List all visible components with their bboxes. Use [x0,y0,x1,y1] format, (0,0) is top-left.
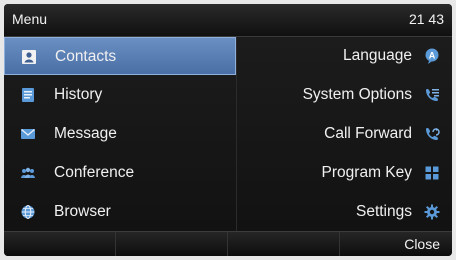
program-key-icon [424,165,440,181]
language-icon: A [424,48,440,64]
menu-item-history[interactable]: History [4,76,236,114]
main-menu: Contacts History Message Conference Brow… [4,37,452,232]
screen-title: Menu [12,11,48,27]
call-forward-icon [424,126,440,142]
column-divider [236,37,237,232]
menu-item-call-forward[interactable]: Call Forward [236,115,452,153]
menu-item-label: Conference [54,164,135,181]
close-button[interactable]: Close [340,232,452,256]
menu-item-conference[interactable]: Conference [4,154,236,192]
softkey-1[interactable] [4,232,116,256]
softkey-3[interactable] [228,232,340,256]
menu-item-label: Browser [54,203,111,220]
system-options-icon [424,87,440,103]
softkey-2[interactable] [116,232,228,256]
menu-item-label: System Options [302,86,412,103]
clock: 21 43 [408,11,444,27]
browser-icon [20,204,36,220]
menu-item-settings[interactable]: Settings [236,193,452,231]
menu-item-message[interactable]: Message [4,115,236,153]
menu-item-contacts[interactable]: Contacts [4,37,236,75]
menu-item-language[interactable]: Language A [236,37,452,75]
menu-item-label: Call Forward [324,125,412,142]
softkey-bar: Close [4,231,452,256]
menu-item-label: History [54,86,103,103]
history-icon [20,87,36,103]
menu-item-label: Contacts [55,48,117,65]
phone-screen: Menu 21 43 Contacts History Message Conf… [4,4,452,256]
menu-item-label: Settings [355,203,412,220]
menu-item-system-options[interactable]: System Options [236,76,452,114]
menu-item-label: Message [54,125,117,142]
menu-item-browser[interactable]: Browser [4,193,236,231]
menu-item-label: Language [343,47,412,64]
menu-item-program-key[interactable]: Program Key [236,154,452,192]
menu-item-label: Program Key [321,164,412,181]
status-bar: Menu 21 43 [4,4,452,37]
contacts-icon [21,49,37,65]
message-icon [20,126,36,142]
conference-icon [20,165,36,181]
settings-icon [424,204,440,220]
svg-text:A: A [429,51,436,61]
